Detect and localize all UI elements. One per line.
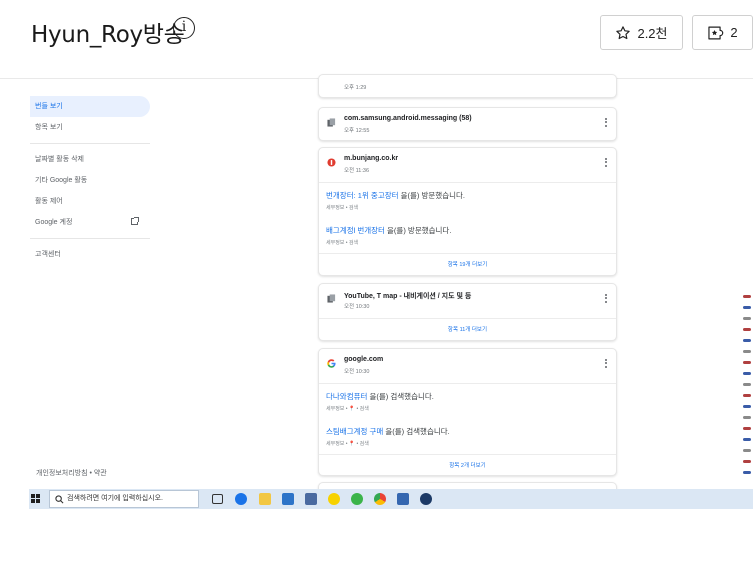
- footer-links[interactable]: 개인정보처리방침 • 약관: [36, 468, 107, 478]
- card-header: com.samsung.android.messaging (58) 오후 12…: [319, 108, 616, 142]
- sidebar-item-label: Google 계정: [35, 219, 73, 226]
- sidebar-item-help[interactable]: 고객센터: [30, 244, 150, 265]
- card-time: 오후 12:55: [344, 128, 370, 134]
- entry-action: 을(를) 검색했습니다.: [367, 392, 434, 401]
- store-icon[interactable]: [397, 493, 409, 505]
- taskbar-search-box[interactable]: 검색하려면 여기에 입력하십시오.: [49, 490, 199, 508]
- windows-start-icon[interactable]: [31, 494, 41, 504]
- bookmark-count: 2: [730, 25, 738, 40]
- entry-text: 다나와컴퓨터 을(를) 검색했습니다.: [326, 391, 434, 402]
- card-time: 오후 1:29: [344, 85, 367, 91]
- card-title[interactable]: m.bunjang.co.kr: [344, 155, 398, 162]
- more-vert-icon[interactable]: [605, 294, 608, 304]
- sidebar: 번들 보기 항목 보기 날짜별 활동 삭제 기타 Google 활동 활동 제어…: [30, 96, 150, 265]
- entry-action: 을(를) 방문했습니다.: [384, 226, 452, 235]
- show-more-link[interactable]: 항목 11개 더보기: [319, 319, 616, 342]
- sidebar-item-google-account[interactable]: Google 계정: [30, 212, 150, 233]
- chrome-icon[interactable]: [374, 493, 386, 505]
- sidebar-item-other-activity[interactable]: 기타 Google 활동: [30, 170, 150, 191]
- more-vert-icon[interactable]: [605, 158, 608, 168]
- mail-icon[interactable]: [282, 493, 294, 505]
- windows-taskbar: 검색하려면 여기에 입력하십시오.: [29, 489, 753, 509]
- search-placeholder: 검색하려면 여기에 입력하십시오.: [67, 495, 163, 502]
- edge-icon[interactable]: [235, 493, 247, 505]
- list-item: 번개장터: 1위 중고장터 을(를) 방문했습니다. 세부정보 • 검색: [319, 183, 616, 218]
- video-header: Hyun_Roy방송 i 2.2천 2: [0, 0, 753, 79]
- entry-text: 배그계정l 번개장터 을(를) 방문했습니다.: [326, 225, 451, 236]
- show-more-link[interactable]: 항목 2개 더보기: [319, 455, 616, 478]
- search-icon: [55, 495, 64, 504]
- entry-link[interactable]: 번개장터: 1위 중고장터: [326, 191, 399, 200]
- show-more-link[interactable]: 항목 19개 더보기: [319, 254, 616, 277]
- kakaotalk-icon[interactable]: [328, 493, 340, 505]
- green-app-icon[interactable]: [351, 493, 363, 505]
- list-item: 다나와컴퓨터 을(를) 검색했습니다. 세부정보 • 📍 • 검색: [319, 384, 616, 419]
- laptop-icon[interactable]: [305, 493, 317, 505]
- card-time: 오전 10:30: [344, 369, 370, 375]
- entry-details[interactable]: 세부정보 • 📍 • 검색: [326, 440, 369, 447]
- sidebar-item-delete-by-date[interactable]: 날짜별 활동 삭제: [30, 149, 150, 170]
- activity-card: m.bunjang.co.kr 오전 11:36 번개장터: 1위 중고장터 을…: [318, 147, 617, 276]
- card-time: 오전 10:30: [344, 304, 370, 310]
- google-icon: [327, 359, 336, 368]
- bunjang-icon: [327, 158, 336, 167]
- entry-details[interactable]: 세부정보 • 검색: [326, 204, 358, 211]
- activity-card: 오후 1:29: [318, 74, 617, 98]
- right-edge-strip: [741, 295, 753, 575]
- activity-card: com.samsung.android.messaging (58) 오후 12…: [318, 107, 617, 141]
- info-icon[interactable]: i: [173, 17, 195, 39]
- list-item: 스팀배그계정 구매 을(를) 검색했습니다. 세부정보 • 📍 • 검색: [319, 419, 616, 454]
- entry-action: 을(를) 검색했습니다.: [383, 427, 450, 436]
- entry-link[interactable]: 스팀배그계정 구매: [326, 427, 383, 436]
- task-view-icon[interactable]: [212, 494, 223, 504]
- sidebar-item-item-view[interactable]: 항목 보기: [30, 117, 150, 138]
- star-count: 2.2천: [637, 26, 668, 41]
- card-header: m.bunjang.co.kr 오전 11:36: [319, 148, 616, 182]
- card-time: 오전 11:36: [344, 168, 370, 174]
- channel-title[interactable]: Hyun_Roy방송: [31, 15, 185, 49]
- card-header: YouTube, T map - 내비게이션 / 지도 및 등 오전 10:30: [319, 284, 616, 318]
- badge-star-icon: [708, 26, 724, 39]
- activity-card: YouTube, T map - 내비게이션 / 지도 및 등 오전 10:30…: [318, 283, 617, 341]
- more-vert-icon[interactable]: [605, 359, 608, 369]
- list-item: 배그계정l 번개장터 을(를) 방문했습니다. 세부정보 • 검색: [319, 218, 616, 253]
- card-title[interactable]: google.com: [344, 356, 383, 363]
- card-title[interactable]: YouTube, T map - 내비게이션 / 지도 및 등: [344, 291, 471, 301]
- activity-screenshot: 번들 보기 항목 보기 날짜별 활동 삭제 기타 Google 활동 활동 제어…: [0, 74, 753, 516]
- more-vert-icon[interactable]: [605, 118, 608, 128]
- sidebar-divider: [30, 238, 150, 239]
- sidebar-item-bundle-view[interactable]: 번들 보기: [30, 96, 150, 117]
- steam-icon[interactable]: [420, 493, 432, 505]
- entry-action: 을(를) 방문했습니다.: [398, 191, 465, 200]
- star-icon: [616, 25, 631, 39]
- entry-text: 번개장터: 1위 중고장터 을(를) 방문했습니다.: [326, 190, 465, 201]
- entry-text: 스팀배그계정 구매 을(를) 검색했습니다.: [326, 426, 450, 437]
- bookmark-button[interactable]: 2: [692, 15, 753, 50]
- card-header: google.com 오전 10:30: [319, 349, 616, 383]
- activity-card: google.com 오전 10:30 다나와컴퓨터 을(를) 검색했습니다. …: [318, 348, 617, 476]
- file-explorer-icon[interactable]: [259, 493, 271, 505]
- star-button[interactable]: 2.2천: [600, 15, 683, 50]
- entry-details[interactable]: 세부정보 • 검색: [326, 239, 358, 246]
- app-icon: [327, 118, 336, 127]
- sidebar-divider: [30, 143, 150, 144]
- entry-link[interactable]: 다나와컴퓨터: [326, 392, 367, 401]
- entry-details[interactable]: 세부정보 • 📍 • 검색: [326, 405, 369, 412]
- card-title[interactable]: com.samsung.android.messaging (58): [344, 115, 472, 122]
- entry-link[interactable]: 배그계정l 번개장터: [326, 226, 385, 235]
- external-link-icon: [131, 217, 139, 225]
- app-icon: [327, 294, 336, 303]
- sidebar-item-activity-controls[interactable]: 활동 제어: [30, 191, 150, 212]
